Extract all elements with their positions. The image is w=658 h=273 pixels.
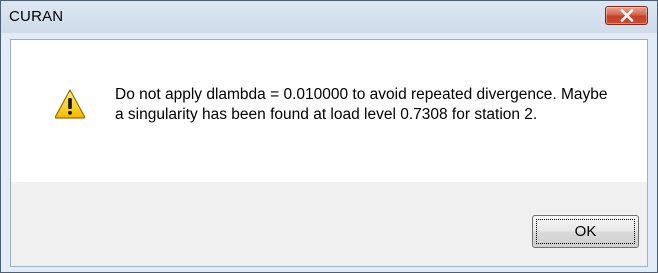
message-area: Do not apply dlambda = 0.010000 to avoid… — [11, 40, 647, 182]
close-icon — [620, 9, 634, 22]
warning-icon — [54, 89, 86, 119]
message-text: Do not apply dlambda = 0.010000 to avoid… — [115, 86, 608, 123]
ok-button[interactable]: OK — [532, 215, 639, 248]
window-title: CURAN — [9, 8, 64, 25]
ok-button-label: OK — [574, 223, 597, 240]
message-box-window: CURAN Do not apply dlambda = 0.010000 to… — [0, 0, 658, 273]
title-bar[interactable]: CURAN — [1, 1, 657, 33]
dialog-body: Do not apply dlambda = 0.010000 to avoid… — [10, 39, 648, 267]
close-button[interactable] — [605, 6, 648, 25]
